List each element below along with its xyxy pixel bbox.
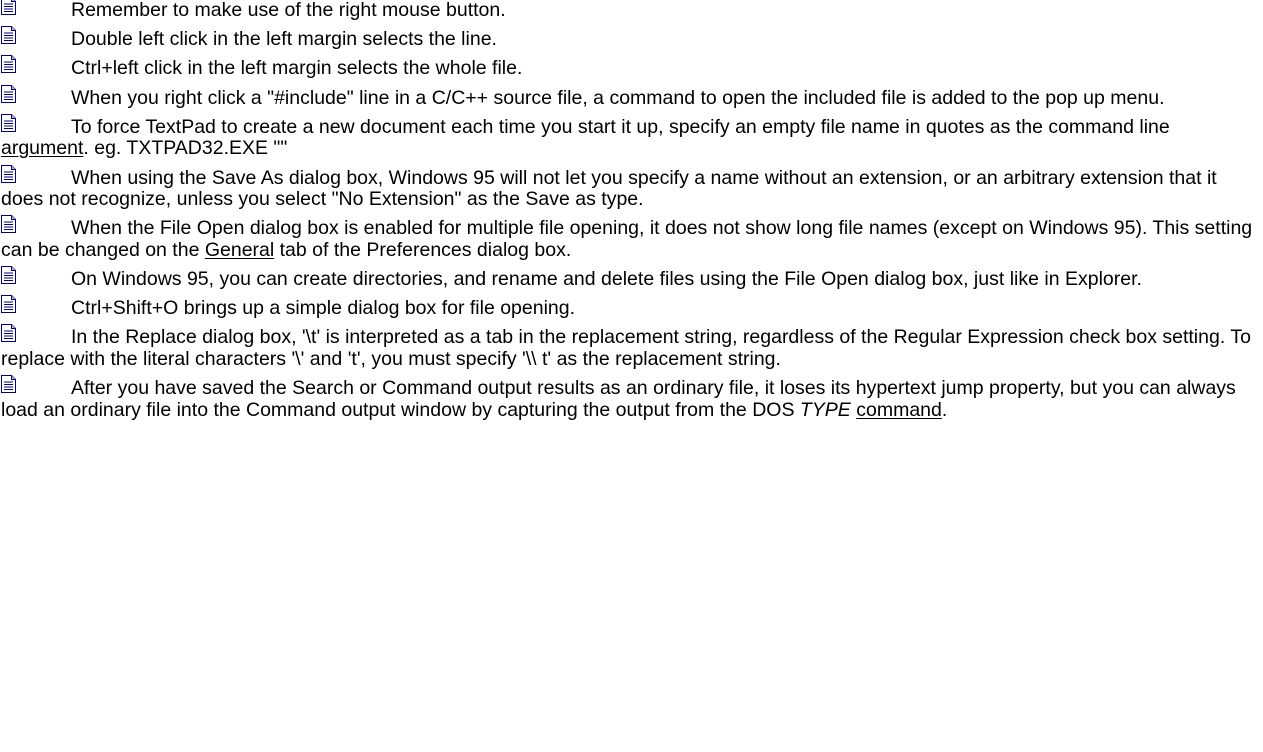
document-icon [1, 164, 16, 183]
tip-text: Ctrl+left click in the left margin selec… [71, 57, 523, 80]
tip-paragraph: Double left click in the left margin sel… [1, 26, 1253, 51]
tip-paragraph: When using the Save As dialog box, Windo… [1, 164, 1253, 211]
tip-text: In the Replace dialog box, '\t' is inter… [1, 326, 1251, 371]
tip-text: Remember to make use of the right mouse … [71, 0, 506, 21]
document-icon [1, 113, 16, 132]
glossary-link[interactable]: command [856, 399, 942, 421]
document-icon [1, 0, 16, 15]
document-icon [1, 26, 16, 45]
tip-paragraph: Ctrl+left click in the left margin selec… [1, 55, 1253, 80]
document-icon [1, 266, 16, 285]
tip-paragraph: Remember to make use of the right mouse … [1, 0, 1253, 22]
document-icon [1, 215, 16, 234]
tip-paragraph: When you right click a "#include" line i… [1, 84, 1253, 110]
glossary-link[interactable]: argument [1, 137, 83, 160]
document-icon [1, 324, 16, 343]
glossary-link[interactable]: General [205, 239, 274, 261]
tip-text: After you have saved the Search or Comma… [1, 377, 1236, 421]
tip-text: Double left click in the left margin sel… [71, 28, 497, 51]
tip-text: When you right click a "#include" line i… [71, 86, 1165, 109]
tips-page: Remember to make use of the right mouse … [0, 0, 1253, 421]
tip-text: When the File Open dialog box is enabled… [1, 217, 1253, 261]
document-icon [1, 55, 16, 74]
tip-paragraph: Ctrl+Shift+O brings up a simple dialog b… [1, 295, 1253, 320]
tip-text: . eg. TXTPAD32.EXE "" [83, 137, 288, 160]
tip-paragraph: When the File Open dialog box is enabled… [1, 215, 1253, 261]
tip-text: tab of the Preferences dialog box. [274, 238, 572, 261]
tip-text: . [941, 398, 948, 421]
document-icon [1, 84, 16, 103]
tip-paragraph: After you have saved the Search or Comma… [1, 375, 1253, 421]
tip-text: To force TextPad to create a new documen… [71, 115, 1170, 138]
document-icon [1, 295, 16, 314]
command-text: TYPE [799, 398, 851, 421]
tip-paragraph: On Windows 95, you can create directorie… [1, 266, 1253, 291]
tip-text: When using the Save As dialog box, Windo… [1, 166, 1217, 211]
tip-text: On Windows 95, you can create directorie… [71, 268, 1142, 291]
document-icon [1, 375, 16, 394]
tip-paragraph: To force TextPad to create a new documen… [1, 113, 1253, 160]
tip-paragraph: In the Replace dialog box, '\t' is inter… [1, 324, 1253, 371]
tip-text: Ctrl+Shift+O brings up a simple dialog b… [71, 297, 576, 320]
